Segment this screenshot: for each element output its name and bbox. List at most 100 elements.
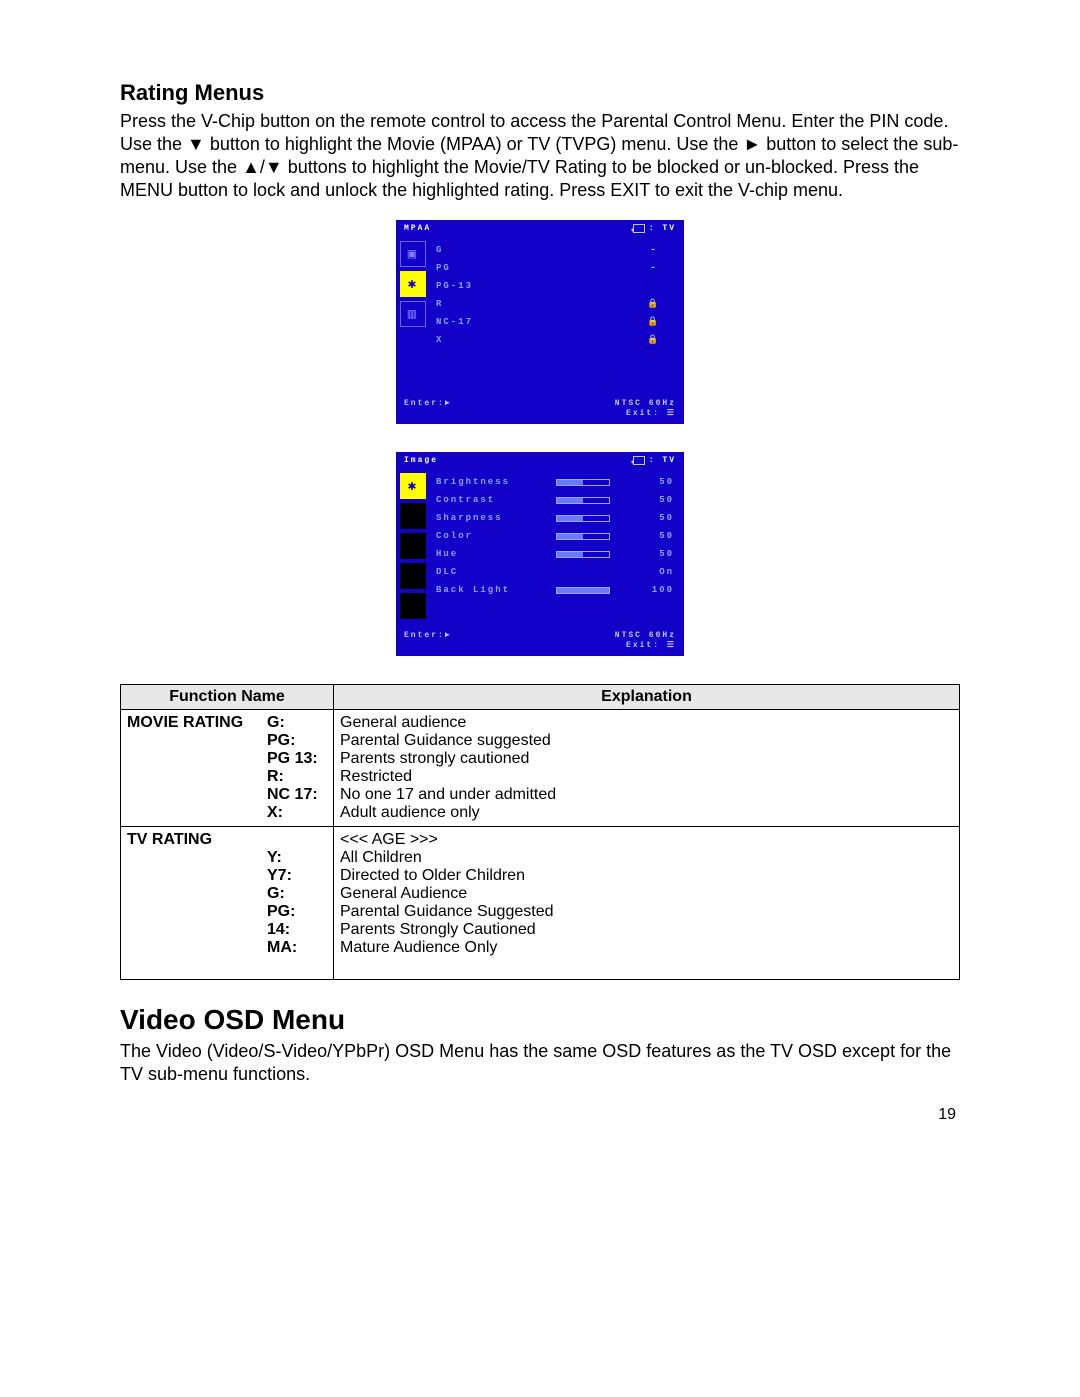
osd-image: Image : TV ✱ Brightness50Contrast50Sharp…	[396, 452, 684, 656]
slider-bar	[556, 497, 610, 504]
setting-label: Brightness	[436, 477, 528, 487]
rating-key: Y7:	[267, 867, 327, 885]
osd-mpaa-row: PG-13	[436, 277, 674, 295]
slider-bar	[556, 479, 610, 486]
osd-image-title: Image	[404, 456, 438, 465]
dash-icon: -	[634, 245, 674, 255]
input-icon	[633, 456, 645, 465]
rating-key: G:	[267, 885, 327, 903]
page-number: 19	[120, 1106, 960, 1124]
rating-label: R	[436, 299, 528, 309]
osd-mpaa: MPAA : TV ▣ ✱ ▥ G-PG-PG-13R🔒NC-17🔒X🔒 Ent…	[396, 220, 684, 424]
lock-icon: 🔒	[634, 317, 674, 327]
osd-image-row: Brightness 50	[436, 473, 674, 491]
blank-icon	[400, 533, 426, 559]
th-explanation: Explanation	[334, 685, 960, 710]
rating-key: PG:	[267, 903, 327, 921]
rating-key: 14:	[267, 921, 327, 939]
osd-image-iconcol: ✱	[396, 469, 430, 629]
rating-key: MA:	[267, 939, 327, 957]
input-icon	[633, 224, 645, 233]
rating-label: X	[436, 335, 528, 345]
osd-image-row: DLC On	[436, 563, 674, 581]
osd-image-rows: Brightness50Contrast50Sharpness50Color50…	[430, 469, 684, 629]
setting-value: 100	[644, 585, 674, 595]
rating-explanation: Adult audience only	[340, 804, 953, 822]
slider-bar	[556, 551, 610, 558]
lock-icon: 🔒	[634, 299, 674, 309]
cell-movie-explanation: General audienceParental Guidance sugges…	[334, 710, 960, 827]
osd-mpaa-row: PG -	[436, 259, 674, 277]
rating-explanation: Mature Audience Only	[340, 939, 953, 957]
slider-bar	[556, 587, 610, 594]
rating-key: NC 17:	[267, 786, 327, 804]
osd-mpaa-enter-hint: Enter:►	[404, 399, 452, 418]
setting-value: 50	[644, 549, 674, 559]
setting-value: 50	[644, 513, 674, 523]
tv-rating-title: TV RATING	[127, 831, 267, 849]
osd-image-row: Back Light 100	[436, 581, 674, 599]
th-function-name: Function Name	[121, 685, 334, 710]
setting-value: 50	[644, 531, 674, 541]
osd-mpaa-row: R🔒	[436, 295, 674, 313]
rating-explanation: All Children	[340, 849, 953, 867]
video-osd-paragraph: The Video (Video/S-Video/YPbPr) OSD Menu…	[120, 1040, 960, 1086]
rating-key: PG:	[267, 732, 327, 750]
rating-key: X:	[267, 804, 327, 822]
blank-icon	[400, 563, 426, 589]
setting-value: 50	[644, 477, 674, 487]
video-osd-heading: Video OSD Menu	[120, 1004, 960, 1036]
lock-icon: 🔒	[634, 335, 674, 345]
rating-key: G:	[267, 714, 327, 732]
osd-mpaa-row: X🔒	[436, 331, 674, 349]
osd-mpaa-status: NTSC 60Hz Exit: ☰	[615, 399, 676, 418]
osd-image-row: Contrast50	[436, 491, 674, 509]
movie-rating-title: MOVIE RATING	[127, 714, 267, 732]
setting-value: On	[644, 567, 674, 577]
rating-label: PG-13	[436, 281, 528, 291]
blank-icon	[400, 593, 426, 619]
rating-label: PG	[436, 263, 528, 273]
osd-image-row: Hue 50	[436, 545, 674, 563]
function-table: Function Name Explanation MOVIE RATINGG:…	[120, 684, 960, 980]
rating-explanation: Parents strongly cautioned	[340, 750, 953, 768]
rating-label: G	[436, 245, 528, 255]
osd-image-row: Sharpness 50	[436, 509, 674, 527]
osd-image-status: NTSC 60Hz Exit: ☰	[615, 631, 676, 650]
tv-icon: ▣	[400, 241, 426, 267]
rating-explanation: General Audience	[340, 885, 953, 903]
osd-mpaa-row: G-	[436, 241, 674, 259]
dash-icon: -	[634, 263, 674, 273]
rating-explanation: Restricted	[340, 768, 953, 786]
osd-mpaa-source: : TV	[633, 224, 676, 233]
osd-image-enter-hint: Enter:►	[404, 631, 452, 650]
cell-movie-rating: MOVIE RATINGG:PG:PG 13:R:NC 17:X:	[121, 710, 334, 827]
rating-explanation: Parents Strongly Cautioned	[340, 921, 953, 939]
rating-explanation: Directed to Older Children	[340, 867, 953, 885]
osd-mpaa-iconcol: ▣ ✱ ▥	[396, 237, 430, 397]
rating-explanation: Parental Guidance suggested	[340, 732, 953, 750]
osd-mpaa-rows: G-PG-PG-13R🔒NC-17🔒X🔒	[430, 237, 684, 397]
osd-mpaa-title: MPAA	[404, 224, 431, 233]
rating-menus-paragraph: Press the V-Chip button on the remote co…	[120, 110, 960, 202]
setting-label: Sharpness	[436, 513, 528, 523]
rating-explanation: General audience	[340, 714, 953, 732]
osd-image-source: : TV	[633, 456, 676, 465]
setting-label: Hue	[436, 549, 528, 559]
rating-explanation: No one 17 and under admitted	[340, 786, 953, 804]
setting-label: Color	[436, 531, 528, 541]
blank-icon	[400, 503, 426, 529]
cell-tv-rating: TV RATINGY:Y7:G:PG:14:MA:	[121, 827, 334, 980]
setting-value: 50	[644, 495, 674, 505]
rating-key: Y:	[267, 849, 327, 867]
rating-key: PG 13:	[267, 750, 327, 768]
slider-bar	[556, 533, 610, 540]
image-icon: ✱	[400, 473, 426, 499]
rating-explanation: Parental Guidance Suggested	[340, 903, 953, 921]
setting-label: Back Light	[436, 585, 528, 595]
lock-icon: ✱	[400, 271, 426, 297]
setting-label: DLC	[436, 567, 528, 577]
osd-image-row: Color 50	[436, 527, 674, 545]
speaker-icon: ▥	[400, 301, 426, 327]
cell-tv-explanation: <<< AGE >>>All ChildrenDirected to Older…	[334, 827, 960, 980]
